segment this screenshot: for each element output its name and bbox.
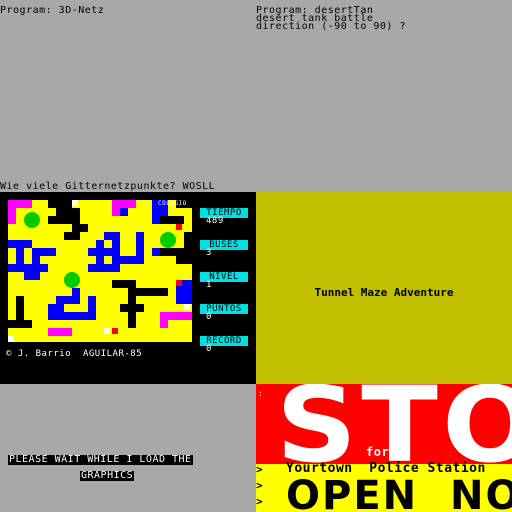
stop-headline: STOP xyxy=(276,384,512,486)
chevron-right-icon: > xyxy=(256,463,264,476)
panel-police-stop: : STOP for > > > Yourtown Police Station… xyxy=(256,384,512,512)
record-value: 0 xyxy=(206,344,212,354)
panel-3d-netz: Program: 3D-Netz xyxy=(0,0,256,192)
gitternetz-prompt[interactable]: Wie viele Gitternetzpunkte? WOSLL xyxy=(0,182,256,192)
nivel-value: 1 xyxy=(206,280,212,290)
panel-loading: PLEASE WAIT WHILE I LOAD THE GRAPHICS xyxy=(0,384,256,512)
open-nov-line: OPEN NOV xyxy=(286,473,512,512)
program-line: Program: 3D-Netz xyxy=(0,5,105,16)
maze-game-screen: COLEGIO TIEMPO 489 BUSES 3 NIVEL 1 PUNTO… xyxy=(0,192,256,384)
colegio-label: COLEGIO xyxy=(158,200,187,207)
direction-prompt[interactable]: direction (-90 to 90) ? xyxy=(256,22,406,32)
colon-glyph: : xyxy=(258,389,264,398)
buses-value: 3 xyxy=(206,248,212,258)
tiempo-value: 489 xyxy=(206,216,224,226)
game-title: Tunnel Maze Adventure xyxy=(314,286,454,299)
for-word: for xyxy=(366,445,390,459)
loading-message-line1: PLEASE WAIT WHILE I LOAD THE xyxy=(8,454,193,465)
chevron-right-icon: > xyxy=(256,495,264,508)
police-station-line: Yourtown Police Station xyxy=(286,461,486,476)
credits-line: © J. Barrio AGUILAR-85 xyxy=(6,349,143,359)
chevron-right-icon: > xyxy=(256,479,264,492)
panel-tunnel-maze: Tunnel Maze Adventure xyxy=(256,192,512,384)
puntos-value: 0 xyxy=(206,312,212,322)
panel-desert-tan: Program: desertTan desert tank battle di… xyxy=(256,0,512,192)
loading-message-line2: GRAPHICS xyxy=(80,470,135,481)
